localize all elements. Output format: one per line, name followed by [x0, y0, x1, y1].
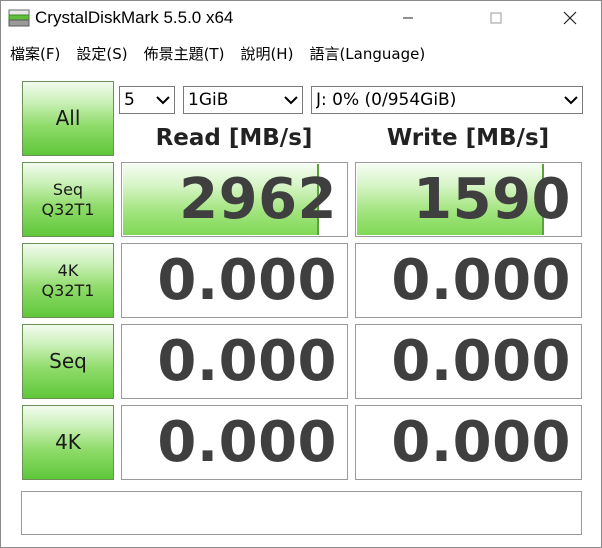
4k-q32t1-button[interactable]: 4K Q32T1 [22, 243, 114, 318]
seq-button[interactable]: Seq [22, 324, 114, 399]
test-size-value: 1GiB [188, 90, 229, 110]
seq-write-result: 0.000 [355, 324, 582, 399]
seq-q32t1-button[interactable]: Seq Q32T1 [22, 162, 114, 237]
menu-bar: 檔案(F) 設定(S) 佈景主題(T) 說明(H) 語言(Language) [1, 39, 601, 67]
minimize-button[interactable] [385, 1, 431, 35]
menu-language[interactable]: 語言(Language) [300, 43, 432, 64]
title-bar: CrystalDiskMark 5.5.0 x64 [1, 1, 601, 35]
read-value: 0.000 [157, 410, 337, 475]
seq-read-result: 0.000 [121, 324, 348, 399]
drive-value: J: 0% (0/954GiB) [316, 90, 457, 110]
seq-q32t1-write-result: 1590 [355, 162, 582, 237]
comment-field[interactable] [21, 491, 582, 535]
write-value: 0.000 [391, 410, 571, 475]
app-window: CrystalDiskMark 5.5.0 x64 檔案(F) 設定(S) 佈景… [0, 0, 602, 548]
menu-file[interactable]: 檔案(F) [1, 43, 67, 64]
read-value: 0.000 [157, 248, 337, 313]
chevron-down-icon [152, 87, 174, 113]
test-size-select[interactable]: 1GiB [183, 86, 303, 114]
write-value: 0.000 [391, 329, 571, 394]
4k-button[interactable]: 4K [22, 405, 114, 480]
test-name-line1: 4K [57, 260, 79, 280]
test-count-select[interactable]: 5 [119, 86, 175, 114]
chevron-down-icon [560, 87, 582, 113]
test-name-line1: Seq [49, 349, 87, 373]
maximize-button[interactable] [473, 1, 519, 35]
write-value: 1590 [413, 167, 571, 232]
write-value: 0.000 [391, 248, 571, 313]
menu-settings[interactable]: 設定(S) [67, 43, 134, 64]
close-button[interactable] [547, 1, 593, 35]
close-icon [563, 11, 577, 25]
test-name-line1: 4K [55, 430, 81, 454]
test-count-value: 5 [124, 90, 135, 110]
4k-q32t1-read-result: 0.000 [121, 243, 348, 318]
menu-theme[interactable]: 佈景主題(T) [135, 43, 232, 64]
4k-read-result: 0.000 [121, 405, 348, 480]
test-name-line2: Q32T1 [41, 199, 95, 219]
read-value: 0.000 [157, 329, 337, 394]
all-tests-button[interactable]: All [22, 81, 114, 156]
crystaldiskmark-app-icon [8, 9, 30, 27]
read-value: 2962 [179, 167, 337, 232]
4k-q32t1-write-result: 0.000 [355, 243, 582, 318]
4k-write-result: 0.000 [355, 405, 582, 480]
menu-help[interactable]: 說明(H) [231, 43, 300, 64]
minimize-icon [403, 17, 413, 19]
drive-select[interactable]: J: 0% (0/954GiB) [311, 86, 583, 114]
write-header: Write [MB/s] [386, 125, 550, 151]
window-title: CrystalDiskMark 5.5.0 x64 [35, 8, 234, 27]
all-tests-label: All [55, 106, 81, 130]
test-name-line2: Q32T1 [41, 280, 95, 300]
read-header: Read [MB/s] [155, 125, 313, 151]
maximize-icon [490, 12, 502, 24]
chevron-down-icon [280, 87, 302, 113]
test-name-line1: Seq [52, 179, 84, 199]
seq-q32t1-read-result: 2962 [121, 162, 348, 237]
